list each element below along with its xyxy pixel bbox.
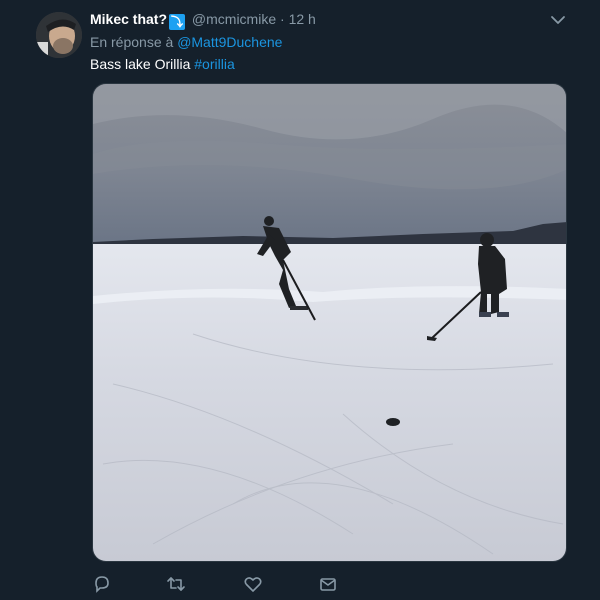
tweet-actions <box>0 574 600 594</box>
user-handle[interactable]: @mcmicmike <box>192 11 276 27</box>
chevron-down-icon[interactable] <box>549 12 567 28</box>
reply-icon[interactable] <box>92 574 112 594</box>
mail-icon[interactable] <box>318 574 338 594</box>
reply-prefix: En réponse à <box>90 34 174 50</box>
heart-icon[interactable] <box>243 574 263 594</box>
tweet-photo[interactable] <box>92 83 567 562</box>
separator-dot: · <box>280 11 285 27</box>
display-name[interactable]: Mikec that? <box>90 11 167 27</box>
reply-to-link[interactable]: @Matt9Duchene <box>177 34 282 50</box>
reply-context: En réponse à @Matt9Duchene <box>90 33 282 51</box>
retweet-icon[interactable] <box>166 574 186 594</box>
tweet-header: Mikec that? ⤵ @mcmicmike · 12 h <box>90 10 316 30</box>
tweet-text: Bass lake Orillia #orillia <box>90 55 235 73</box>
tweet-timestamp[interactable]: 12 h <box>289 11 316 27</box>
avatar[interactable] <box>36 12 82 58</box>
avatar-image <box>36 12 82 58</box>
badge-icon: ⤵ <box>169 14 186 30</box>
photo-ice-hockey-scene <box>93 84 566 561</box>
hashtag-link[interactable]: #orillia <box>194 56 234 72</box>
tweet-body: Bass lake Orillia <box>90 56 191 72</box>
